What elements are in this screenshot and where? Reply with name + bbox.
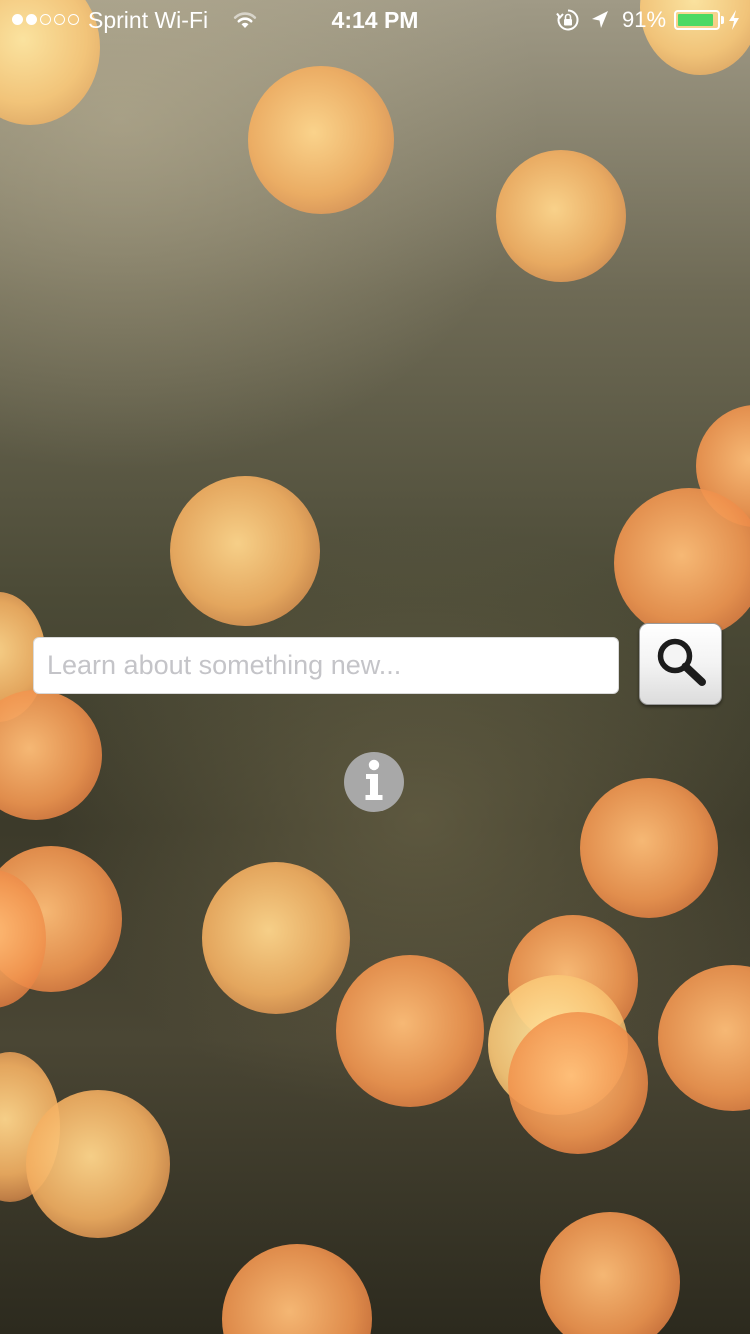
background-bokeh-orb [658,965,750,1111]
background-bokeh-orb [202,862,350,1014]
background-bokeh-orb [0,846,122,992]
background-bokeh-orb [26,1090,170,1238]
background-bokeh-orb [496,150,626,282]
background-bokeh-orb [540,1212,680,1334]
rotation-lock-icon [556,8,580,38]
location-arrow-icon [590,9,610,37]
battery-level-fill [678,14,713,26]
background-bokeh-orb [170,476,320,626]
background-bokeh-orb [0,1052,60,1202]
background-bokeh-orb [222,1244,372,1334]
background-bokeh-orb [0,870,46,1008]
background-bokeh-orb [488,975,628,1115]
battery-tip [721,16,724,24]
magnifying-glass-icon [653,634,709,695]
background-bokeh-orb [580,778,718,918]
charging-bolt-icon [728,9,740,37]
background-bokeh-orb [508,915,638,1045]
info-icon [344,750,404,815]
background-bokeh-orb [248,66,394,214]
search-input[interactable] [33,637,619,694]
background-bokeh-orb [0,690,102,820]
background-bokeh-orb [696,405,750,527]
battery-percentage: 91% [622,7,667,32]
home-screen: Sprint Wi-Fi 4:14 PM 91% [0,0,750,1334]
background-bokeh-orb [336,955,484,1107]
info-button[interactable] [344,752,404,812]
background-bokeh-orb [614,488,750,638]
battery-icon [674,10,720,30]
status-bar: Sprint Wi-Fi 4:14 PM 91% [0,0,750,40]
search-button[interactable] [639,623,722,705]
background-bokeh-orb [508,1012,648,1154]
